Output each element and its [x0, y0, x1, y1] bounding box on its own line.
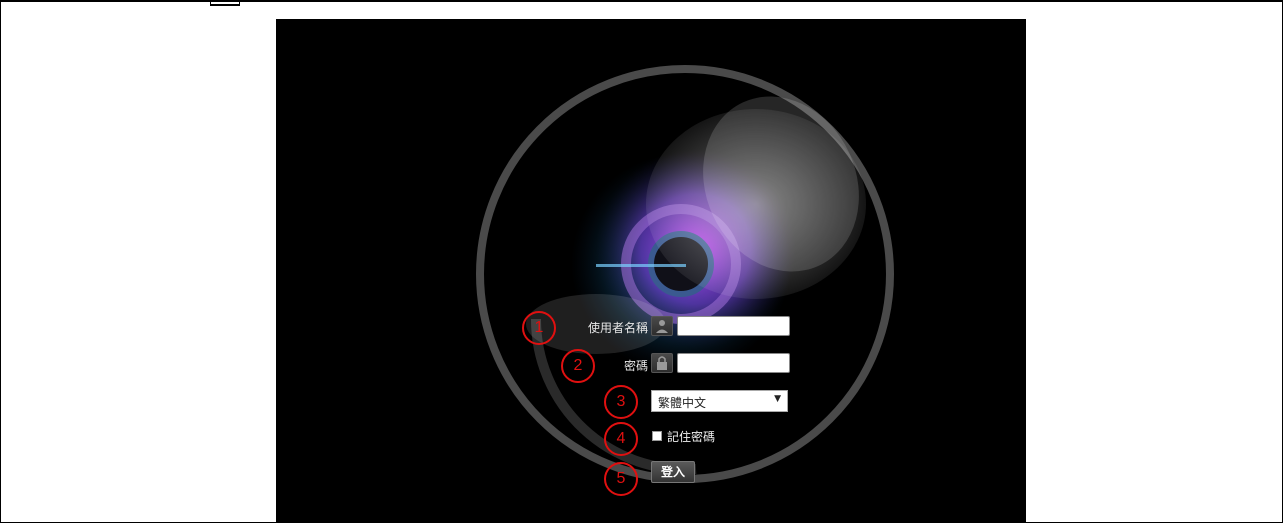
callout-3: 3 — [604, 385, 638, 419]
username-label: 使用者名稱 — [587, 321, 648, 335]
password-input[interactable] — [677, 353, 790, 373]
password-label: 密碼 — [623, 359, 648, 373]
language-value: 繁體中文 — [658, 396, 707, 410]
callout-4: 4 — [604, 422, 638, 456]
top-marker — [210, 0, 240, 6]
callout-5: 5 — [604, 462, 638, 496]
lock-icon — [651, 353, 673, 373]
login-panel: 1 使用者名稱 2 密碼 3 繁體中文 ▼ 4 記住密碼 5 登入 — [276, 19, 1026, 523]
chevron-down-icon: ▼ — [774, 394, 781, 404]
callout-2: 2 — [561, 349, 595, 383]
remember-checkbox[interactable] — [652, 431, 662, 441]
login-button[interactable]: 登入 — [651, 461, 695, 483]
callout-1: 1 — [522, 311, 556, 345]
user-icon — [651, 316, 673, 336]
language-select[interactable]: 繁體中文 ▼ — [651, 390, 788, 412]
username-input[interactable] — [677, 316, 790, 336]
remember-label: 記住密碼 — [667, 430, 716, 444]
camera-lens-graphic — [476, 65, 894, 483]
